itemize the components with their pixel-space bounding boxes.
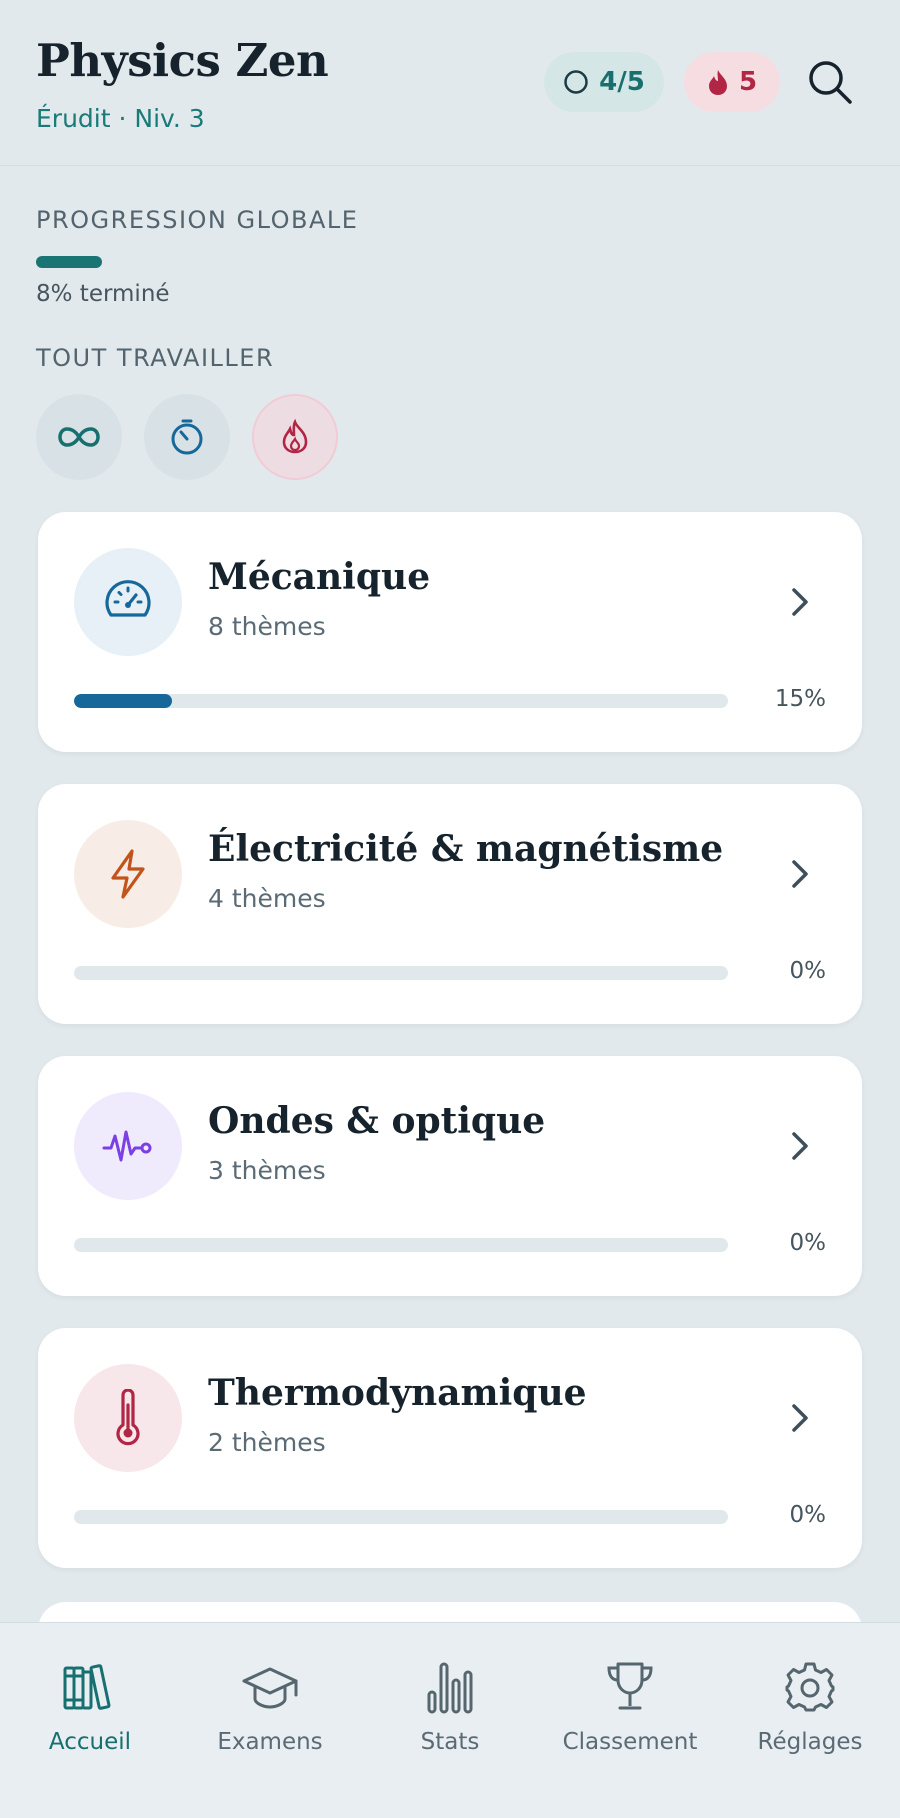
- nav-item-examens[interactable]: Examens: [180, 1623, 360, 1818]
- subject-progress-percent: 0%: [789, 1502, 827, 1528]
- chevron-right-icon: [792, 860, 808, 888]
- subject-topic-count: 2 thèmes: [208, 1428, 326, 1457]
- user-rank[interactable]: Érudit · Niv. 3: [36, 104, 205, 133]
- wave-icon: [102, 1130, 152, 1162]
- nav-item-classement[interactable]: Classement: [540, 1623, 720, 1818]
- subject-progress-track: [74, 1510, 728, 1524]
- header: Physics Zen Érudit · Niv. 3 4/5 5: [0, 0, 900, 166]
- subject-card-mecanique[interactable]: Mécanique 8 thèmes 15%: [38, 512, 862, 752]
- subject-topic-count: 8 thèmes: [208, 612, 326, 641]
- subject-progress-percent: 0%: [789, 958, 827, 984]
- books-icon: [63, 1664, 111, 1710]
- timer-icon: [171, 419, 203, 455]
- chevron-right-icon: [792, 1404, 808, 1432]
- subject-progress-track: [74, 694, 728, 708]
- subject-card-thermodynamique[interactable]: Thermodynamique 2 thèmes 0%: [38, 1328, 862, 1568]
- gauge-icon: [105, 580, 151, 617]
- subject-title: Électricité & magnétisme: [208, 828, 724, 870]
- app-root: Physics Zen Érudit · Niv. 3 4/5 5 PROGRE…: [0, 0, 900, 1818]
- graduation-cap-icon: [242, 1667, 298, 1709]
- thermometer-icon: [116, 1389, 140, 1446]
- nav-item-stats[interactable]: Stats: [360, 1623, 540, 1818]
- chevron-right-icon: [792, 588, 808, 616]
- infinite-practice-button[interactable]: [36, 394, 122, 480]
- lives-count: 4/5: [599, 67, 645, 97]
- subject-card-ondes[interactable]: Ondes & optique 3 thèmes 0%: [38, 1056, 862, 1296]
- app-title: Physics Zen: [36, 34, 329, 87]
- nav-label: Classement: [562, 1729, 698, 1755]
- nav-label: Stats: [420, 1729, 480, 1755]
- subject-title: Mécanique: [208, 556, 431, 598]
- subject-progress-track: [74, 966, 728, 980]
- practice-all-label: TOUT TRAVAILLER: [36, 344, 275, 372]
- global-progress-label: PROGRESSION GLOBALE: [36, 206, 359, 234]
- subject-topic-count: 3 thèmes: [208, 1156, 326, 1185]
- subject-progress-track: [74, 1238, 728, 1252]
- flame-icon: [708, 70, 727, 95]
- subject-icon-container: [74, 820, 182, 928]
- subject-icon-container: [74, 1092, 182, 1200]
- streak-count: 5: [738, 67, 758, 97]
- nav-label: Réglages: [757, 1729, 863, 1755]
- circle-icon: [564, 70, 588, 94]
- nav-label: Accueil: [48, 1729, 132, 1755]
- nav-label: Examens: [217, 1729, 323, 1755]
- infinity-icon: [58, 427, 100, 447]
- subject-topic-count: 4 thèmes: [208, 884, 326, 913]
- subject-card-electricite[interactable]: Électricité & magnétisme 4 thèmes 0%: [38, 784, 862, 1024]
- bar-chart-icon: [427, 1662, 473, 1714]
- nav-item-accueil[interactable]: Accueil: [0, 1623, 180, 1818]
- gear-icon: [785, 1662, 835, 1712]
- flame-icon: [282, 419, 308, 454]
- streak-practice-button[interactable]: [252, 394, 338, 480]
- nav-item-reglages[interactable]: Réglages: [720, 1623, 900, 1818]
- chevron-right-icon: [792, 1132, 808, 1160]
- subject-title: Ondes & optique: [208, 1100, 546, 1142]
- subject-progress-fill: [74, 694, 173, 708]
- timed-practice-button[interactable]: [144, 394, 230, 480]
- subject-title: Thermodynamique: [208, 1372, 587, 1414]
- bottom-nav: Accueil Examens Stats Classement Réglage…: [0, 1622, 900, 1818]
- lives-badge[interactable]: 4/5: [544, 52, 664, 112]
- search-icon[interactable]: [806, 58, 854, 106]
- subject-icon-container: [74, 1364, 182, 1472]
- global-progress-text: 8% terminé: [36, 281, 170, 307]
- streak-badge[interactable]: 5: [684, 52, 780, 112]
- subject-progress-percent: 15%: [774, 686, 826, 712]
- trophy-icon: [607, 1662, 653, 1710]
- lightning-icon: [111, 849, 145, 899]
- subject-icon-container: [74, 548, 182, 656]
- global-progress-bar: [36, 256, 102, 268]
- subject-progress-percent: 0%: [789, 1230, 827, 1256]
